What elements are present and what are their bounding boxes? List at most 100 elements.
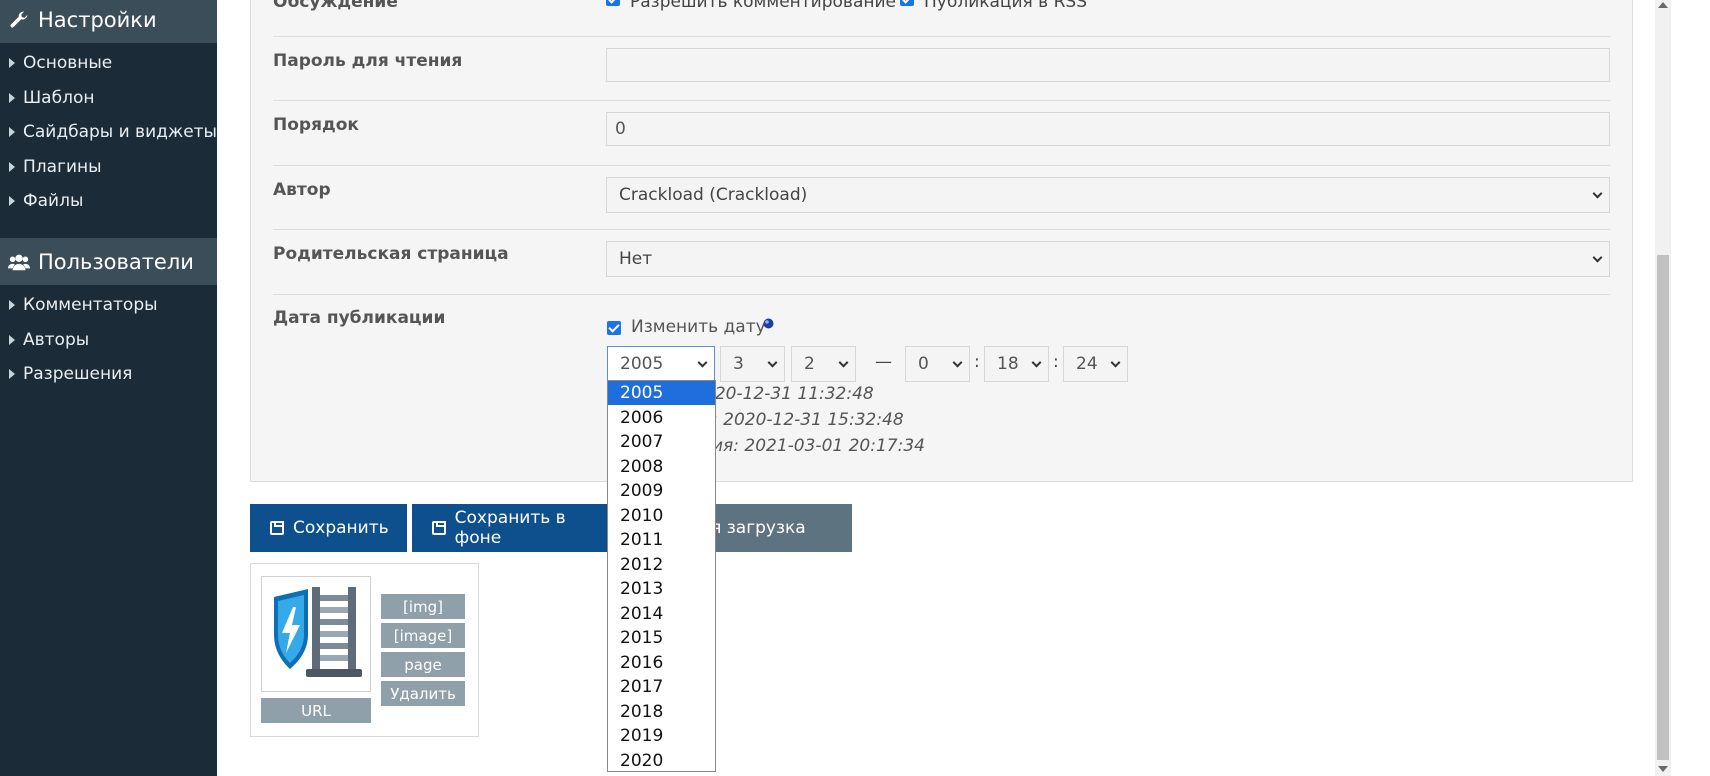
sidebar: Настройки Основные Шаблон Сайдбары и вид… [0, 0, 217, 776]
sidebar-header-settings[interactable]: Настройки [0, 0, 217, 43]
chevron-down-icon [1592, 188, 1603, 199]
caret-right-icon [9, 196, 15, 206]
year-option[interactable]: 2006 [608, 406, 715, 430]
publish-date-label: Дата публикации [273, 308, 446, 328]
sidebar-item-label: Шаблон [23, 88, 95, 108]
caret-right-icon [9, 58, 15, 68]
year-option[interactable]: 2010 [608, 504, 715, 528]
password-label: Пароль для чтения [273, 51, 463, 71]
chevron-down-icon [952, 357, 963, 368]
divider [273, 229, 1610, 230]
parent-page-select[interactable]: Нет [606, 241, 1610, 277]
day-select-value: 2 [804, 354, 815, 374]
users-icon [8, 254, 30, 270]
sidebar-item-label: Сайдбары и виджеты [23, 122, 217, 142]
scroll-up-arrow-icon[interactable] [1658, 2, 1668, 8]
chevron-down-icon [1110, 357, 1121, 368]
scroll-down-arrow-icon[interactable] [1658, 766, 1668, 772]
allow-comments-checkbox[interactable] [606, 0, 620, 6]
change-date-label: Изменить дату [631, 317, 766, 337]
save-button[interactable]: Сохранить [250, 504, 407, 552]
divider [273, 36, 1610, 37]
time-colon: : [974, 352, 980, 372]
divider [273, 165, 1610, 166]
insert-page-button[interactable]: page [381, 652, 465, 677]
password-input[interactable] [606, 48, 1610, 82]
chevron-down-icon [697, 357, 708, 368]
sidebar-header-users[interactable]: Пользователи [0, 238, 217, 285]
wrench-icon [10, 11, 28, 27]
minute-select-value: 18 [997, 354, 1019, 374]
change-date-checkbox[interactable] [607, 321, 621, 335]
sidebar-item-template[interactable]: Шаблон [0, 83, 217, 113]
hour-select[interactable]: 0 [905, 346, 970, 382]
year-select[interactable]: 2005 [607, 346, 715, 382]
year-option[interactable]: 2015 [608, 626, 715, 650]
sidebar-header-label: Пользователи [38, 249, 194, 274]
insert-img-button[interactable]: [img] [381, 594, 465, 619]
year-select-value: 2005 [620, 354, 664, 374]
author-label: Автор [273, 180, 331, 200]
sidebar-item-files[interactable]: Файлы [0, 186, 217, 216]
parent-page-label: Родительская страница [273, 244, 509, 264]
sidebar-item-authors[interactable]: Авторы [0, 325, 217, 355]
help-icon[interactable] [763, 318, 774, 329]
year-option[interactable]: 2020 [608, 749, 715, 773]
year-option[interactable]: 2008 [608, 455, 715, 479]
year-option[interactable]: 2014 [608, 602, 715, 626]
author-select[interactable]: Crackload (Crackload) [606, 177, 1610, 213]
year-option[interactable]: 2018 [608, 700, 715, 724]
chevron-down-icon [767, 357, 778, 368]
save-background-button[interactable]: Сохранить в фоне [412, 504, 612, 552]
order-input[interactable]: 0 [606, 112, 1610, 146]
year-option[interactable]: 2009 [608, 479, 715, 503]
order-label: Порядок [273, 115, 359, 135]
date-time-dash: — [875, 352, 892, 372]
vertical-scrollbar[interactable] [1655, 0, 1671, 776]
modified-date: ия: 2021-03-01 20:17:34 [712, 436, 925, 456]
sidebar-item-label: Разрешения [23, 364, 133, 384]
divider [273, 100, 1610, 101]
year-option[interactable]: 2019 [608, 724, 715, 748]
minute-select[interactable]: 18 [984, 346, 1049, 382]
day-select[interactable]: 2 [791, 346, 856, 382]
chevron-down-icon [1031, 357, 1042, 368]
year-option[interactable]: 2016 [608, 651, 715, 675]
sidebar-item-label: Комментаторы [23, 295, 158, 315]
year-option[interactable]: 2013 [608, 577, 715, 601]
attachment-thumbnail[interactable] [261, 576, 371, 692]
insert-image-button[interactable]: [image] [381, 623, 465, 648]
sidebar-item-basic[interactable]: Основные [0, 48, 217, 78]
created-date: 020-12-31 11:32:48 [704, 384, 874, 404]
published-date: : 2020-12-31 15:32:48 [712, 410, 904, 430]
save-icon [432, 521, 446, 535]
attachment-url-button[interactable]: URL [261, 698, 371, 723]
chevron-down-icon [838, 357, 849, 368]
sidebar-item-commenters[interactable]: Комментаторы [0, 290, 217, 320]
year-option[interactable]: 2007 [608, 430, 715, 454]
month-select-value: 3 [733, 354, 744, 374]
rss-checkbox[interactable] [900, 0, 914, 6]
sidebar-header-label: Настройки [38, 7, 157, 32]
caret-right-icon [9, 127, 15, 137]
archive-shield-icon [274, 587, 362, 677]
year-option[interactable]: 2012 [608, 553, 715, 577]
sidebar-item-permissions[interactable]: Разрешения [0, 359, 217, 389]
chevron-down-icon [1592, 252, 1603, 263]
year-dropdown-list: 2005 2006 2007 2008 2009 2010 2011 2012 … [607, 380, 716, 772]
year-option[interactable]: 2011 [608, 528, 715, 552]
save-background-label: Сохранить в фоне [454, 508, 566, 548]
sidebar-item-label: Авторы [23, 330, 90, 350]
year-option[interactable]: 2005 [608, 381, 715, 405]
year-option[interactable]: 2017 [608, 675, 715, 699]
month-select[interactable]: 3 [720, 346, 785, 382]
rss-label: Публикация в RSS [924, 0, 1087, 12]
save-button-label: Сохранить [293, 518, 389, 538]
scrollbar-thumb[interactable] [1657, 255, 1669, 760]
caret-right-icon [9, 300, 15, 310]
second-select[interactable]: 24 [1063, 346, 1128, 382]
sidebar-item-label: Плагины [23, 157, 102, 177]
delete-attachment-button[interactable]: Удалить [381, 681, 465, 706]
sidebar-item-plugins[interactable]: Плагины [0, 152, 217, 182]
sidebar-item-widgets[interactable]: Сайдбары и виджеты [0, 117, 217, 147]
